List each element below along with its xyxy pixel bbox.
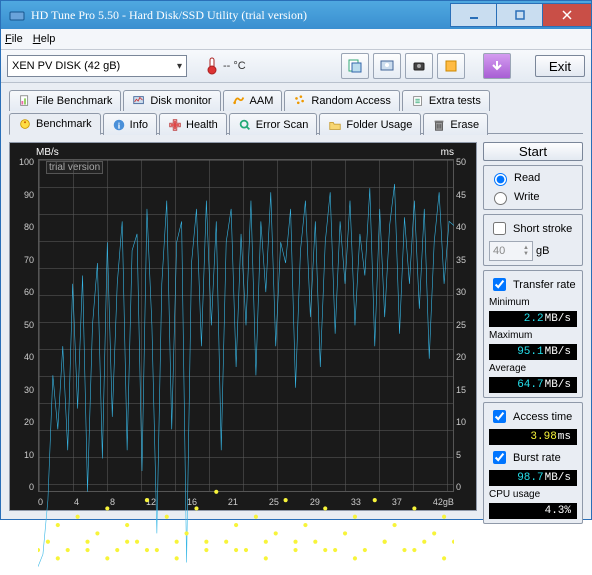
tab-folder-usage[interactable]: Folder Usage (319, 113, 421, 135)
temperature-readout: -- °C (205, 57, 246, 75)
tab-erase[interactable]: Erase (423, 113, 488, 135)
folder-usage-icon (328, 118, 342, 132)
drive-select[interactable]: XEN PV DISK (42 gB) (7, 55, 187, 77)
access-time-check[interactable]: Access time (489, 407, 577, 426)
temperature-value: -- °C (223, 60, 246, 72)
app-icon (9, 7, 25, 23)
burst-rate-check[interactable]: Burst rate (489, 448, 577, 467)
window-title: HD Tune Pro 5.50 - Hard Disk/SSD Utility… (31, 8, 307, 23)
save-button[interactable] (483, 53, 511, 79)
error-scan-icon (238, 118, 252, 132)
tab-extra-tests[interactable]: Extra tests (402, 90, 490, 111)
cpu-value: 4.3% (489, 503, 577, 519)
menu-file[interactable]: File (5, 33, 23, 45)
save-screenshot-button[interactable] (405, 53, 433, 79)
thermometer-icon (205, 57, 219, 75)
drive-select-value: XEN PV DISK (42 gB) (12, 60, 120, 72)
access-value: 3.98 ms (489, 429, 577, 445)
options-button[interactable] (437, 53, 465, 79)
titlebar: HD Tune Pro 5.50 - Hard Disk/SSD Utility… (1, 1, 591, 29)
tab-random-access[interactable]: Random Access (284, 90, 399, 111)
y-left-label: MB/s (36, 147, 59, 158)
info-icon: i (112, 118, 126, 132)
short-stroke-value: 40▲▼ (489, 241, 533, 261)
tab-error-scan[interactable]: Error Scan (229, 113, 318, 135)
max-value: 95.1 MB/s (489, 344, 577, 360)
y-right-label: ms (441, 147, 454, 158)
copy-screenshot-button[interactable] (373, 53, 401, 79)
transfer-rate-check[interactable]: Transfer rate (489, 275, 577, 294)
random-access-icon (293, 94, 307, 108)
copy-info-button[interactable] (341, 53, 369, 79)
menu-help[interactable]: Help (33, 33, 56, 45)
maximize-button[interactable] (496, 3, 543, 27)
short-stroke-check[interactable]: Short stroke (489, 219, 577, 238)
erase-icon (432, 118, 446, 132)
avg-value: 64.7 MB/s (489, 377, 577, 393)
read-radio[interactable]: Read (489, 170, 577, 186)
tab-file-benchmark[interactable]: File Benchmark (9, 90, 121, 111)
tab-info[interactable]: iInfo (103, 113, 157, 135)
aam-icon (232, 94, 246, 108)
tab-benchmark[interactable]: Benchmark (9, 113, 101, 135)
menubar: File Help (1, 29, 591, 50)
chart-plot (38, 159, 454, 575)
cpu-label: CPU usage (489, 489, 577, 500)
close-button[interactable] (542, 3, 592, 27)
tab-disk-monitor[interactable]: Disk monitor (123, 90, 220, 111)
avg-label: Average (489, 363, 577, 374)
file-benchmark-icon (18, 94, 32, 108)
min-label: Minimum (489, 297, 577, 308)
health-icon (168, 118, 182, 132)
max-label: Maximum (489, 330, 577, 341)
y-axis-right: 50454035302520151050 (456, 157, 472, 492)
disk-monitor-icon (132, 94, 146, 108)
minimize-button[interactable] (450, 3, 497, 27)
benchmark-icon (18, 117, 32, 131)
toolbar: XEN PV DISK (42 gB) -- °C Exit (1, 50, 591, 83)
start-button[interactable]: Start (483, 142, 583, 161)
burst-value: 98.7 MB/s (489, 470, 577, 486)
tab-health[interactable]: Health (159, 113, 227, 135)
extra-tests-icon (411, 94, 425, 108)
tab-aam[interactable]: AAM (223, 90, 283, 111)
y-axis-left: 1009080706050403020100 (14, 157, 34, 492)
side-panel: Start Read Write Short stroke 40▲▼ gB Tr… (483, 142, 583, 511)
write-radio[interactable]: Write (489, 189, 577, 205)
benchmark-chart: MB/s ms trial version 100908070605040302… (9, 142, 477, 511)
exit-button[interactable]: Exit (535, 55, 585, 77)
min-value: 2.2 MB/s (489, 311, 577, 327)
